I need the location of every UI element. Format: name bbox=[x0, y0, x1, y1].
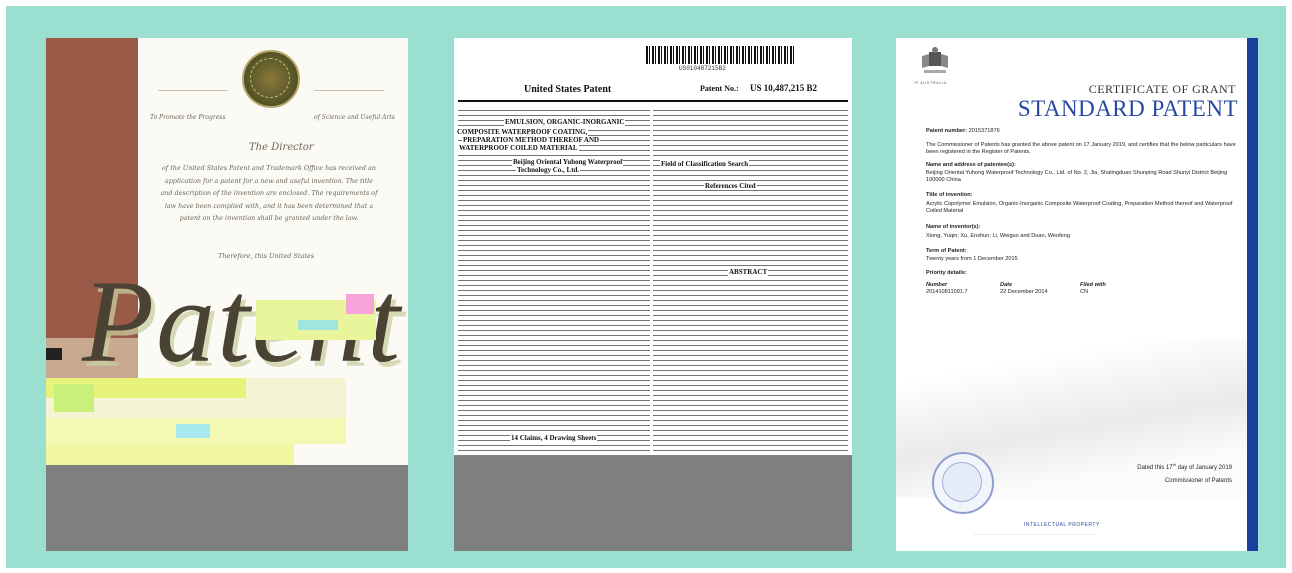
footer-fine-print: — — — — — — — — — — — — — — — — — — — — … bbox=[974, 531, 1096, 536]
term-label: Term of Patent: bbox=[926, 248, 967, 254]
header-left-text: To Promote the Progress bbox=[150, 114, 226, 121]
references-label: References Cited bbox=[704, 182, 757, 190]
artifact-block bbox=[46, 348, 62, 360]
header-rule bbox=[458, 100, 848, 102]
flourish-left bbox=[158, 90, 228, 91]
patentee-value: Beijing Oriental Yuhong Waterproof Techn… bbox=[926, 170, 1228, 184]
director-heading: The Director bbox=[249, 142, 314, 153]
page: To Promote the Progress of Science and U… bbox=[0, 0, 1292, 573]
assignee-fragment: Beijing Oriental Yuhong Waterproof bbox=[512, 158, 624, 166]
invention-label: Title of invention: bbox=[926, 192, 973, 198]
priority-header-filed: Filed with bbox=[1080, 282, 1106, 288]
patentee-label: Name and address of patentee(s): bbox=[926, 162, 1016, 168]
missing-image-area bbox=[454, 455, 852, 551]
title-line-3: WATERPROOF COILED MATERIAL bbox=[458, 144, 579, 152]
artifact-band bbox=[46, 444, 294, 465]
crest-caption: IP AUSTRALIA bbox=[914, 80, 947, 85]
barcode-number: US010487215B2 bbox=[679, 65, 726, 72]
artifact-block bbox=[176, 424, 210, 438]
column-gutter bbox=[650, 108, 653, 458]
inventors-label: Name of inventor(s): bbox=[926, 224, 981, 230]
priority-number: 201410811091.7 bbox=[926, 289, 968, 295]
patent-number-row: Patent number: 2015371876 bbox=[926, 128, 1236, 135]
header-right-text: of Science and Useful Arts bbox=[314, 114, 395, 121]
certificate-body-text: of the United States Patent and Trademar… bbox=[160, 164, 378, 223]
priority-date: 22 December 2014 bbox=[1000, 289, 1048, 295]
title-line-1: COMPOSITE WATERPROOF COATING, bbox=[456, 128, 589, 136]
signatory: Commissioner of Patents bbox=[1164, 478, 1232, 484]
artifact-block bbox=[298, 320, 338, 330]
official-seal-icon bbox=[932, 452, 994, 514]
title-emulsion-fragment: EMULSION, ORGANIC-INORGANIC bbox=[504, 118, 626, 126]
artifact-block bbox=[54, 384, 94, 412]
barcode bbox=[646, 46, 796, 64]
coat-of-arms-icon bbox=[922, 47, 948, 73]
title-line-2: PREPARATION METHOD THEREOF AND bbox=[462, 136, 601, 144]
abstract-label: ABSTRACT bbox=[728, 268, 769, 276]
artifact-block bbox=[346, 294, 374, 314]
missing-image-area bbox=[46, 465, 408, 551]
priority-header-date: Date bbox=[1000, 282, 1013, 288]
us-patent-certificate-image[interactable]: To Promote the Progress of Science and U… bbox=[46, 38, 408, 551]
patent-number-value: 2015371876 bbox=[968, 128, 1000, 134]
patent-number: US 10,487,215 B2 bbox=[750, 83, 818, 93]
priority-filed-with: CN bbox=[1080, 289, 1089, 295]
priority-header-number: Number bbox=[926, 282, 948, 288]
invention-value: Acrylic Copolymer Emulsion, Organic-Inor… bbox=[926, 201, 1233, 215]
intro-text: The Commissioner of Patents has granted … bbox=[926, 142, 1236, 156]
office-title: United States Patent bbox=[524, 84, 612, 95]
flourish-right bbox=[314, 90, 384, 91]
blue-edge-bar bbox=[1247, 38, 1258, 551]
us-patent-document-image[interactable]: US010487215B2 United States Patent Paten… bbox=[454, 38, 852, 551]
gold-seal-icon bbox=[242, 50, 300, 108]
assignee-fragment-2: Technology Co., Ltd. bbox=[516, 166, 581, 174]
patent-number-label: Patent number: bbox=[926, 128, 968, 134]
certificate-title: STANDARD PATENT bbox=[1017, 96, 1238, 121]
term-value: Twenty years from 1 December 2015 bbox=[926, 256, 1018, 262]
patent-number-label: Patent No.: bbox=[700, 84, 739, 93]
au-patent-certificate-image[interactable]: IP AUSTRALIA CERTIFICATE OF GRANT STANDA… bbox=[896, 38, 1258, 551]
field-of-search-label: Field of Classification Search bbox=[660, 160, 750, 168]
footer-org: INTELLECTUAL PROPERTY bbox=[1024, 522, 1100, 528]
priority-label: Priority details: bbox=[926, 270, 967, 276]
claims-label: 14 Claims, 4 Drawing Sheets bbox=[510, 434, 598, 442]
dated-line: Dated this 17th day of January 2019 bbox=[1137, 462, 1232, 471]
certificate-kicker: CERTIFICATE OF GRANT bbox=[1088, 82, 1236, 96]
inventors-value: Xiong, Yuqin; Xu, Enshun; Li, Weiguo and… bbox=[926, 233, 1070, 239]
